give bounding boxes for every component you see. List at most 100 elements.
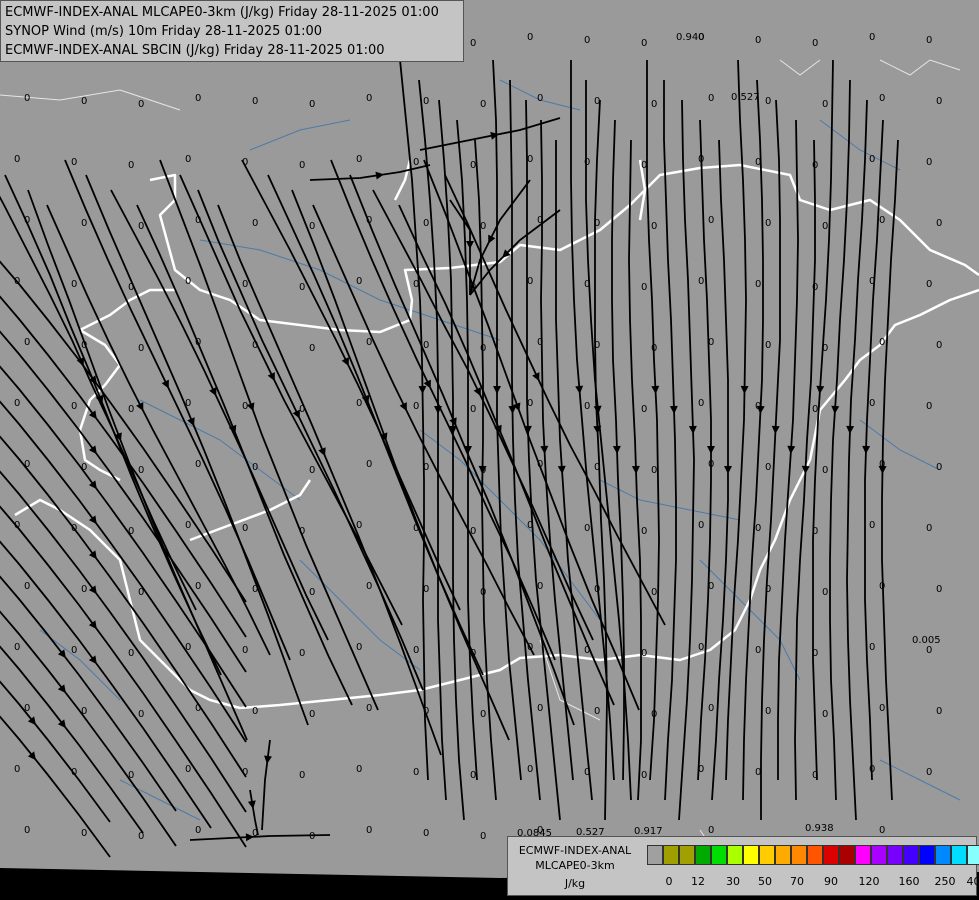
station-value: 0 [252, 706, 258, 717]
station-value: 0 [242, 401, 248, 412]
station-value: 0 [708, 703, 714, 714]
station-value: 0 [822, 465, 828, 476]
legend-tick-label: 50 [758, 875, 772, 888]
station-value: 0 [537, 581, 543, 592]
station-value: 0 [24, 215, 30, 226]
station-value: 0 [480, 99, 486, 110]
station-value: 0 [480, 709, 486, 720]
legend-tick-label: 70 [790, 875, 804, 888]
station-value: 0 [936, 706, 942, 717]
station-value: 0 [755, 645, 761, 656]
station-value: 0 [641, 770, 647, 781]
station-value: 0 [299, 526, 305, 537]
station-value: 0 [71, 645, 77, 656]
legend-swatch [807, 845, 823, 865]
station-value: 0 [128, 160, 134, 171]
station-value: 0 [537, 215, 543, 226]
station-value: 0 [812, 38, 818, 49]
station-value: 0 [651, 99, 657, 110]
station-value: 0.527 [731, 92, 760, 103]
station-value: 0 [926, 401, 932, 412]
station-value: 0 [242, 279, 248, 290]
station-value: 0 [185, 642, 191, 653]
station-value: 0 [413, 523, 419, 534]
station-value: 0 [185, 764, 191, 775]
station-value: 0 [765, 218, 771, 229]
station-value: 0 [879, 703, 885, 714]
legend-swatch [743, 845, 759, 865]
station-value: 0 [594, 706, 600, 717]
station-value: 0 [812, 404, 818, 415]
station-value: 0 [14, 276, 20, 287]
legend-tick-label: 90 [824, 875, 838, 888]
station-value: 0 [195, 459, 201, 470]
station-value: 0 [594, 218, 600, 229]
station-value: 0 [470, 160, 476, 171]
station-value: 0 [926, 157, 932, 168]
station-value: 0 [879, 581, 885, 592]
station-value: 0 [195, 825, 201, 836]
station-value: 0 [470, 282, 476, 293]
station-value: 0 [252, 584, 258, 595]
station-value: 0 [651, 465, 657, 476]
station-value: 0 [71, 279, 77, 290]
station-value: 0 [423, 96, 429, 107]
station-value: 0 [24, 825, 30, 836]
station-value: 0 [527, 398, 533, 409]
station-value: 0 [537, 459, 543, 470]
station-value: 0 [755, 35, 761, 46]
station-value: 0 [252, 96, 258, 107]
station-value: 0 [480, 343, 486, 354]
station-value: 0 [138, 465, 144, 476]
station-value: 0 [309, 465, 315, 476]
station-value: 0 [81, 340, 87, 351]
legend-swatch [727, 845, 743, 865]
legend-swatch [855, 845, 871, 865]
station-value: 0 [242, 157, 248, 168]
station-value: 0 [138, 99, 144, 110]
station-value: 0 [527, 642, 533, 653]
station-value: 0 [356, 642, 362, 653]
station-value: 0 [81, 706, 87, 717]
station-value: 0 [185, 276, 191, 287]
station-value: 0 [252, 828, 258, 839]
station-value: 0 [698, 276, 704, 287]
station-value: 0 [765, 584, 771, 595]
legend-title-line-2: MLCAPE0-3km [535, 859, 615, 872]
station-value: 0 [584, 279, 590, 290]
station-value: 0 [869, 276, 875, 287]
station-value: 0 [195, 581, 201, 592]
station-value: 0 [366, 703, 372, 714]
station-value: 0 [423, 584, 429, 595]
station-value: 0 [926, 279, 932, 290]
station-value: 0 [138, 343, 144, 354]
station-value: 0 [128, 526, 134, 537]
station-value: 0 [366, 215, 372, 226]
legend-tick-label: 30 [726, 875, 740, 888]
station-value: 0 [926, 35, 932, 46]
station-value: 0 [24, 337, 30, 348]
station-value: 0 [24, 93, 30, 104]
station-value: 0 [480, 831, 486, 842]
station-value: 0 [708, 93, 714, 104]
station-value: 0 [936, 584, 942, 595]
station-value: 0 [14, 398, 20, 409]
legend-swatch [791, 845, 807, 865]
station-value: 0 [14, 642, 20, 653]
station-value: 0 [869, 520, 875, 531]
station-value: 0 [879, 215, 885, 226]
station-value: 0 [71, 523, 77, 534]
station-value: 0 [869, 398, 875, 409]
station-value: 0 [413, 401, 419, 412]
legend-swatch [903, 845, 919, 865]
legend-tick-label: 250 [934, 875, 956, 888]
station-value: 0 [765, 96, 771, 107]
station-value: 0 [755, 523, 761, 534]
station-value: 0 [14, 764, 20, 775]
station-value: 0 [537, 93, 543, 104]
station-value: 0 [926, 645, 932, 656]
color-legend: ECMWF-INDEX-ANAL MLCAPE0-3km J/kg 0 12 30 5… [507, 836, 979, 896]
station-value: 0 [185, 520, 191, 531]
station-value: 0 [698, 398, 704, 409]
station-value: 0 [869, 642, 875, 653]
